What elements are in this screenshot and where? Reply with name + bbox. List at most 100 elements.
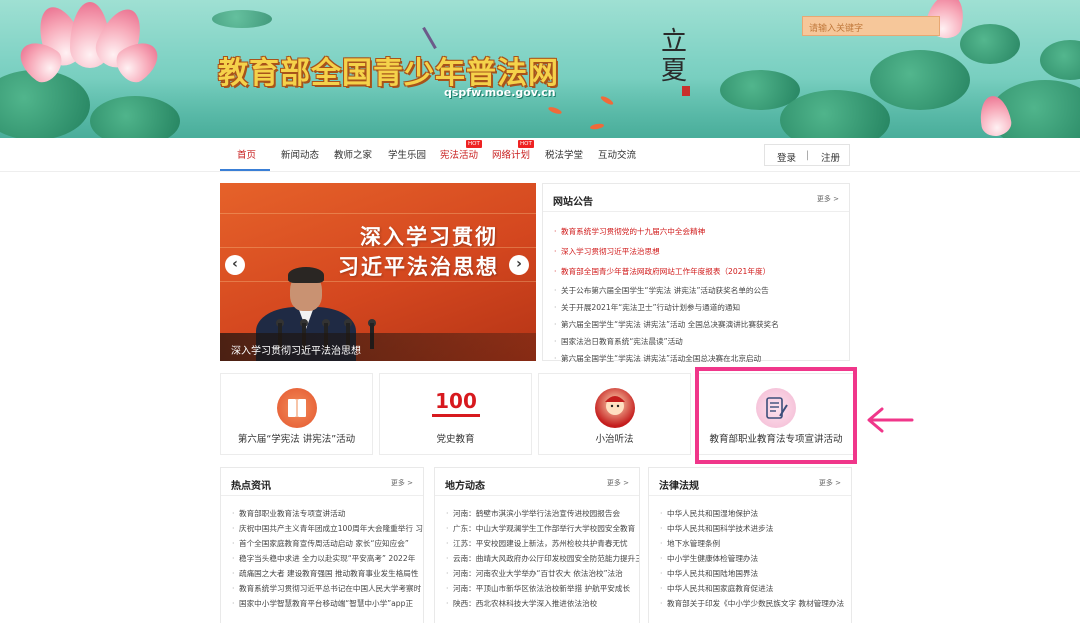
panel-title: 网站公告 [553, 197, 593, 208]
nav-item-tax-law[interactable]: 税法学堂 [545, 147, 583, 161]
dragonfly-decoration [422, 26, 437, 50]
register-link[interactable]: 注册 [821, 150, 840, 164]
list-item[interactable]: 中华人民共和国湿地保护法 [649, 506, 851, 521]
list-item[interactable]: 国家中小学智慧教育平台移动端“智慧中小学”app正 [221, 596, 423, 611]
list-item[interactable]: 首个全国家庭教育宣传周活动启动 家长“应知应会” [221, 536, 423, 551]
nav-item-news[interactable]: 新闻动态 [281, 147, 319, 161]
slide-headline-line2: 习近平法治思想 [338, 255, 499, 279]
party-100-icon: 100 [425, 384, 486, 424]
laws-list: 中华人民共和国湿地保护法 中华人民共和国科学技术进步法 地下水管理条例 中小学生… [649, 506, 851, 611]
list-item[interactable]: 中华人民共和国陆地国界法 [649, 566, 851, 581]
slide-caption[interactable]: 深入学习贯彻习近平法治思想 [220, 333, 536, 361]
party-100-svg: 100 [425, 384, 486, 424]
list-item[interactable]: 国家法治日教育系统“宪法晨读”活动 [543, 333, 849, 350]
nav-item-interaction[interactable]: 互动交流 [598, 147, 636, 161]
nav-item-network-plan[interactable]: 网络计划 HOT [492, 140, 534, 161]
more-link[interactable]: 更多 > [819, 478, 841, 488]
card-xiaozhi-listens[interactable]: 小治听法 [538, 373, 691, 455]
local-news-list: 河南：鹤壁市淇滨小学举行法治宣传进校园报告会 广东：中山大学观澜学生工作部举行大… [435, 506, 639, 611]
main-nav: 首页 新闻动态 教师之家 学生乐园 宪法活动 HOT 网络计划 HOT 税法学堂… [0, 138, 1080, 172]
lily-pad-decoration [960, 24, 1020, 64]
slide-headline-line1: 深入学习贯彻 [360, 225, 498, 249]
nav-active-indicator [220, 169, 270, 171]
nav-item-label: 网络计划 [492, 150, 531, 161]
panel-title: 热点资讯 [231, 481, 271, 492]
list-item[interactable]: 云南：曲靖大风政府办公厅印发校园安全防范能力提升三 [435, 551, 639, 566]
list-item[interactable]: 教育系统学习贯彻党的十九届六中全会精神 [543, 222, 849, 242]
nav-item-constitution[interactable]: 宪法活动 HOT [440, 140, 482, 161]
nav-item-home[interactable]: 首页 [237, 147, 256, 161]
book-icon [276, 388, 317, 428]
list-item[interactable]: 关于开展2021年“宪法卫士”行动计划参与通道的通知 [543, 299, 849, 316]
list-item[interactable]: 教育部全国青少年普法网政府网站工作年度报表（2021年度） [543, 262, 849, 282]
list-item[interactable]: 中华人民共和国家庭教育促进法 [649, 581, 851, 596]
login-link[interactable]: 登录 [777, 150, 796, 164]
list-item[interactable]: 第六届全国学生“学宪法 讲宪法”活动 全国总决赛演讲比赛获奖名 [543, 316, 849, 333]
list-item[interactable]: 中华人民共和国科学技术进步法 [649, 521, 851, 536]
list-item[interactable]: 陕西：西北农林科技大学深入推进依法治校 [435, 596, 639, 611]
laws-panel: 法律法规 更多 > 中华人民共和国湿地保护法 中华人民共和国科学技术进步法 地下… [648, 467, 852, 623]
panel-title: 法律法规 [659, 481, 699, 492]
list-item[interactable]: 地下水管理条例 [649, 536, 851, 551]
list-item[interactable]: 河南：河南农业大学举办“百廿农大 依法治校”法治 [435, 566, 639, 581]
list-item[interactable]: 河南：鹤壁市淇滨小学举行法治宣传进校园报告会 [435, 506, 639, 521]
carousel-next-button[interactable]: › [509, 255, 529, 275]
list-item[interactable]: 教育系统学习贯彻习近平总书记在中国人民大学考察时 [221, 581, 423, 596]
card-label: 小治听法 [595, 434, 634, 445]
panel-header: 网站公告 更多 > [543, 184, 849, 212]
panel-header: 地方动态 更多 > [435, 468, 639, 496]
list-item[interactable]: 教育部职业教育法专项宣讲活动 [221, 506, 423, 521]
list-item[interactable]: 庆祝中国共产主义青年团成立100周年大会隆重举行 习 [221, 521, 423, 536]
solar-term-calligraphy: 立夏 [660, 27, 687, 86]
local-news-panel: 地方动态 更多 > 河南：鹤壁市淇滨小学举行法治宣传进校园报告会 广东：中山大学… [434, 467, 640, 623]
list-item[interactable]: 深入学习贯彻习近平法治思想 [543, 242, 849, 262]
nav-item-label: 税法学堂 [545, 150, 584, 161]
hot-news-panel: 热点资讯 更多 > 教育部职业教育法专项宣讲活动 庆祝中国共产主义青年团成立10… [220, 467, 424, 623]
list-item[interactable]: 广东：中山大学观澜学生工作部举行大学校园安全教育 [435, 521, 639, 536]
more-link[interactable]: 更多 > [607, 478, 629, 488]
panel-title: 地方动态 [445, 481, 485, 492]
panel-header: 法律法规 更多 > [649, 468, 851, 496]
nav-item-label: 新闻动态 [281, 150, 320, 161]
seal-stamp [682, 86, 690, 96]
lily-pad-decoration [90, 96, 180, 138]
lily-pad-decoration [1040, 40, 1080, 80]
lily-pad-decoration [212, 10, 272, 28]
auth-separator: | [806, 150, 810, 161]
list-item[interactable]: 第六届全国学生“学宪法 讲宪法”活动全国总决赛在北京启动 [543, 350, 849, 367]
card-label: 党史教育 [436, 434, 475, 445]
speaker-hair [288, 267, 324, 283]
news-carousel[interactable]: 深入学习贯彻 习近平法治思想 ‹ › 深入学习贯彻习近平法治思想 [220, 183, 536, 361]
carousel-prev-button[interactable]: ‹ [225, 255, 245, 275]
list-item[interactable]: 稳字当头稳中求进 全力以赴实现“平安高考” 2022年 [221, 551, 423, 566]
list-item[interactable]: 关于公布第六届全国学生“学宪法 讲宪法”活动获奖名单的公告 [543, 282, 849, 299]
list-item[interactable]: 河南：平顶山市新华区依法治校新举措 护航平安成长 [435, 581, 639, 596]
card-party-history[interactable]: 100 党史教育 [379, 373, 532, 455]
nav-item-label: 宪法活动 [440, 150, 479, 161]
party-100-text: 100 [435, 389, 477, 413]
nav-item-label: 教师之家 [334, 150, 373, 161]
nav-item-students[interactable]: 学生乐园 [388, 147, 426, 161]
notice-list: 教育系统学习贯彻党的十九届六中全会精神 深入学习贯彻习近平法治思想 教育部全国青… [543, 222, 849, 367]
hot-badge: HOT [518, 140, 534, 148]
nav-item-label: 互动交流 [598, 150, 637, 161]
search-input[interactable]: 请输入关键字 [802, 16, 940, 36]
site-banner: 教育部全国青少年普法网 qspfw.moe.gov.cn 立夏 请输入关键字 [0, 0, 1080, 138]
card-label: 第六届“学宪法 讲宪法”活动 [237, 434, 356, 445]
lily-pad-decoration [870, 50, 970, 110]
panel-header: 热点资讯 更多 > [221, 468, 423, 496]
list-item[interactable]: 中小学生健康体检管理办法 [649, 551, 851, 566]
list-item[interactable]: 教育部关于印发《中小学少数民族文字 教材管理办法 [649, 596, 851, 611]
more-link[interactable]: 更多 > [817, 194, 839, 204]
nav-item-teachers[interactable]: 教师之家 [334, 147, 372, 161]
card-constitution-activity[interactable]: 第六届“学宪法 讲宪法”活动 [220, 373, 373, 455]
list-item[interactable]: 江苏：平安校园建设上新法，苏州检校共护青春无忧 [435, 536, 639, 551]
auth-box: 登录 | 注册 [764, 144, 850, 166]
mascot-svg [604, 396, 625, 415]
mascot-icon [594, 388, 635, 428]
site-url: qspfw.moe.gov.cn [444, 86, 556, 99]
hot-badge: HOT [466, 140, 482, 148]
list-item[interactable]: 疏痛国之大者 建设教育强国 推动教育事业发生格局性 [221, 566, 423, 581]
nav-item-label: 学生乐园 [388, 150, 427, 161]
more-link[interactable]: 更多 > [391, 478, 413, 488]
